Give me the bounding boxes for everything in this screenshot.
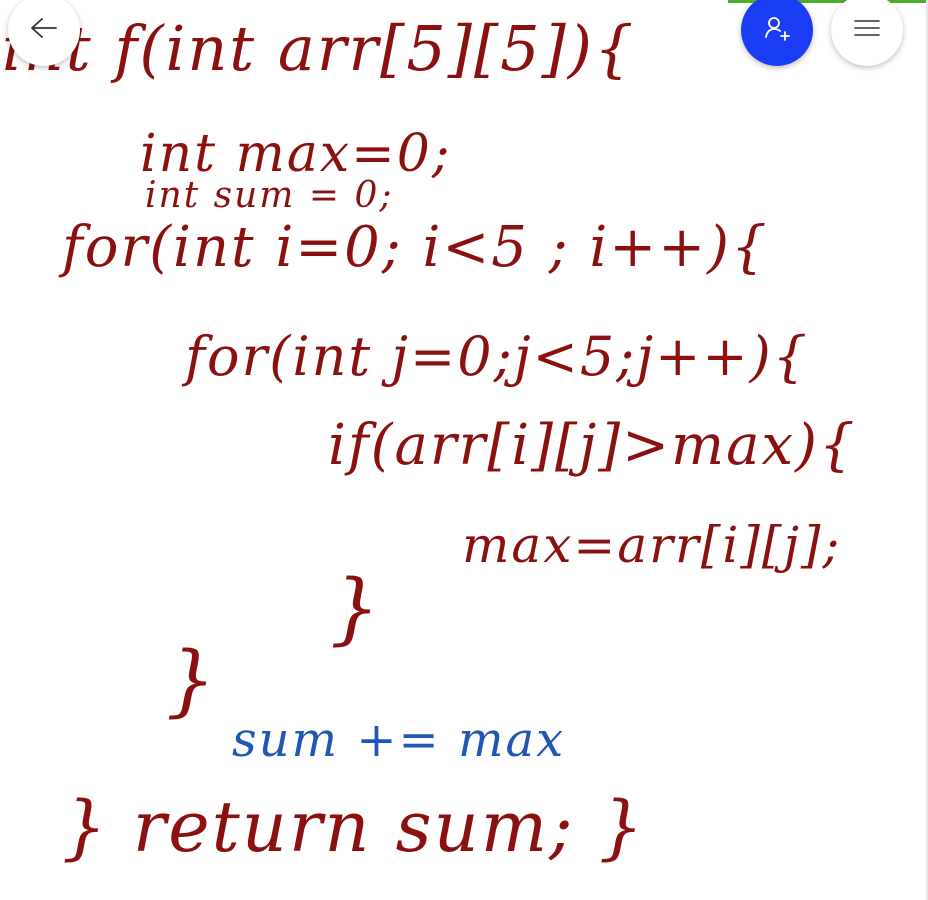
- handwritten-line: if(arr[i][j]>max){: [328, 413, 857, 478]
- handwritten-line: }: [166, 636, 218, 726]
- person-add-icon: [762, 13, 792, 47]
- handwritten-line: } return sum; }: [62, 786, 646, 868]
- handwritten-line: int f(int arr[5][5]){: [2, 12, 636, 85]
- handwritten-line: for(int j=0;j<5;j++){: [185, 325, 810, 388]
- handwritten-line: int sum = 0;: [145, 175, 394, 216]
- handwritten-line: for(int i=0; i<5 ; i++){: [62, 215, 769, 280]
- whiteboard-canvas[interactable]: int f(int arr[5][5]){ int max=0; int sum…: [0, 0, 928, 900]
- handwritten-line: }: [330, 564, 382, 654]
- handwritten-line: max=arr[i][j];: [462, 516, 842, 574]
- handwritten-line: sum += max: [232, 712, 566, 768]
- handwritten-line: int max=0;: [140, 124, 452, 184]
- hamburger-menu-icon: [853, 18, 881, 42]
- arrow-left-icon: [29, 16, 59, 44]
